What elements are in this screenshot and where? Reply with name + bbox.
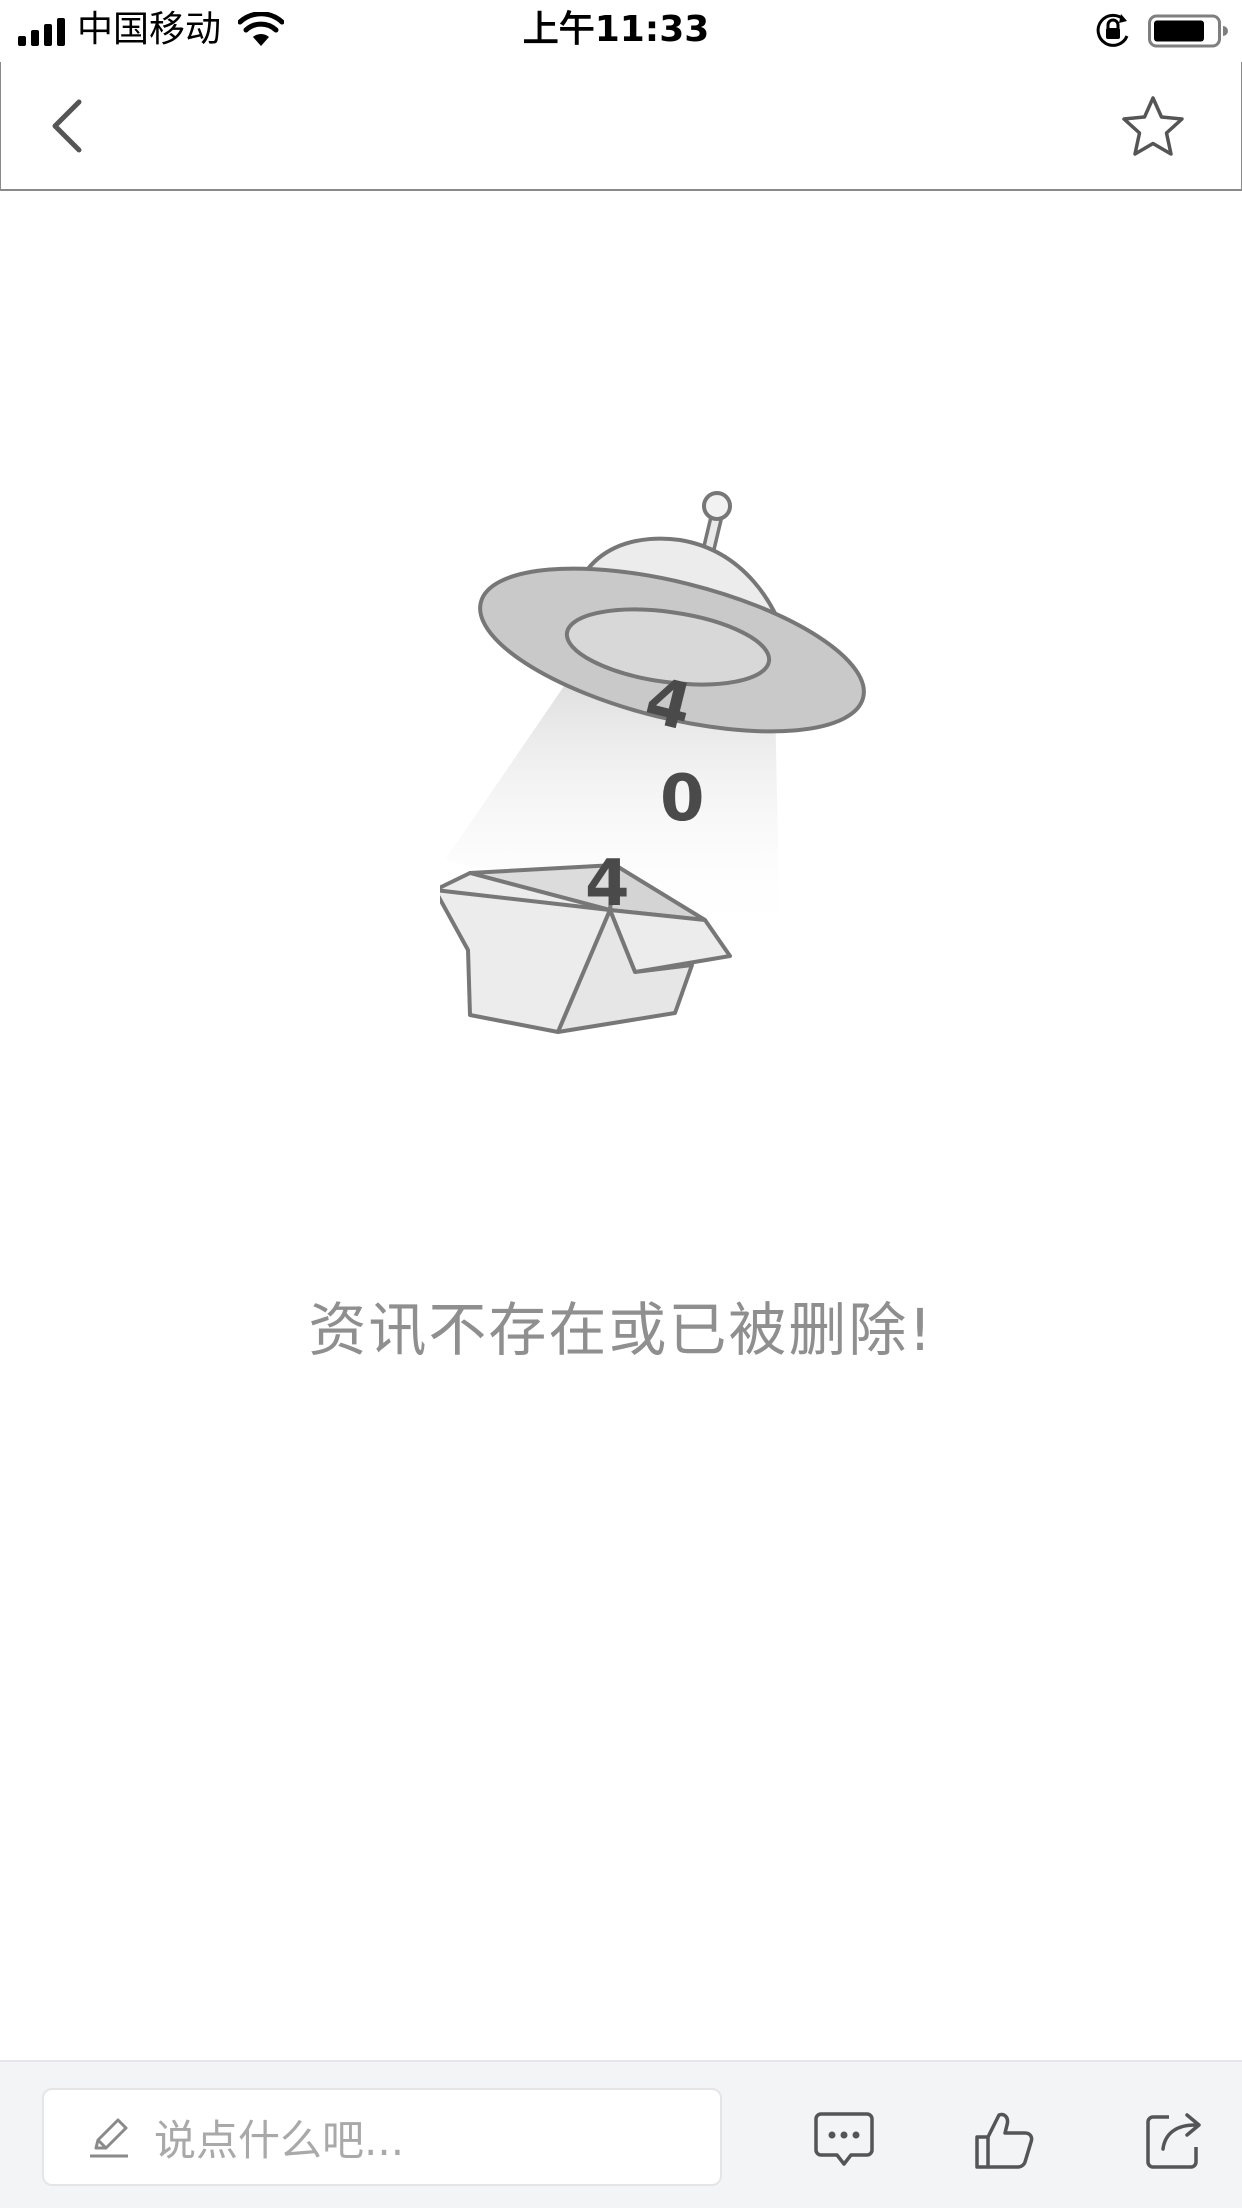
illustration-digit-3: 4	[585, 847, 630, 921]
like-icon	[975, 2112, 1034, 2169]
navigation-bar	[0, 62, 1242, 191]
battery-icon	[1148, 14, 1228, 48]
share-icon	[1146, 2113, 1201, 2169]
back-button[interactable]	[35, 90, 99, 162]
not-found-illustration: 4 0 4	[440, 491, 866, 1034]
comment-icon	[814, 2112, 874, 2166]
star-outline-icon	[1122, 96, 1184, 156]
status-bar: 中国移动 上午11:33	[0, 0, 1242, 62]
status-time: 上午11:33	[522, 9, 710, 50]
rotation-lock-icon	[1096, 13, 1129, 47]
comment-input[interactable]: 说点什么吧...	[42, 2088, 722, 2186]
chevron-left-icon	[52, 99, 82, 153]
favorite-button[interactable]	[1113, 90, 1193, 162]
pencil-icon	[90, 2118, 128, 2158]
comment-button[interactable]	[812, 2108, 876, 2172]
illustration-digit-2: 0	[660, 762, 705, 836]
like-button[interactable]	[972, 2108, 1036, 2172]
bottom-action-bar: 说点什么吧...	[0, 2060, 1242, 2208]
share-button[interactable]	[1142, 2108, 1206, 2172]
not-found-message: 资讯不存在或已被删除!	[308, 1296, 934, 1364]
comment-placeholder: 说点什么吧...	[154, 2115, 405, 2165]
